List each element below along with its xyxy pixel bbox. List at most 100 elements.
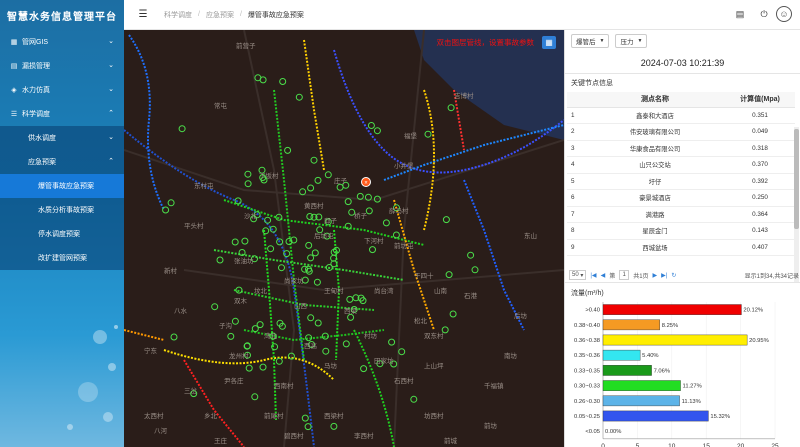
table-row[interactable]: 5 圩仔 0.392 (567, 173, 795, 190)
network-node[interactable] (367, 122, 375, 129)
network-node[interactable] (251, 393, 259, 401)
sidebar-item-emergency[interactable]: 应急预案 ⌃ (0, 150, 124, 174)
network-node[interactable] (259, 363, 267, 371)
network-node[interactable] (344, 198, 352, 206)
network-node[interactable] (216, 256, 224, 264)
table-row[interactable]: 2 伟安玻璃有限公司 0.049 (567, 123, 795, 141)
network-node[interactable] (330, 260, 338, 268)
table-row[interactable]: 8 星辰金门 0.143 (567, 222, 795, 240)
sidebar-item-simulation[interactable]: ◈ 水力仿真 ⌄ (0, 78, 124, 102)
table-row[interactable]: 3 华康食品有限公司 0.318 (567, 140, 795, 157)
page-size-select[interactable]: 50 ▾ (569, 270, 587, 280)
last-page-icon[interactable]: ▶| (661, 272, 667, 279)
column-header-name[interactable]: 测点名称 (585, 92, 725, 108)
network-node[interactable] (424, 130, 432, 138)
network-node[interactable] (365, 207, 373, 215)
network-node[interactable] (324, 171, 332, 179)
network-node[interactable] (231, 238, 239, 246)
layers-icon[interactable]: ▦ (542, 36, 556, 49)
sidebar-item-gis[interactable]: ▦ 管网GIS ⌄ (0, 30, 124, 54)
network-node[interactable] (279, 78, 287, 85)
sidebar-item-leak[interactable]: ▤ 漏损管理 ⌄ (0, 54, 124, 78)
network-node[interactable] (410, 395, 418, 403)
network-node[interactable] (307, 254, 315, 262)
menu-toggle-icon[interactable]: ☰ (132, 9, 154, 20)
table-row[interactable]: 7 满港路 0.364 (567, 206, 795, 223)
column-header-value[interactable]: 计算值(Mpa) (725, 92, 795, 108)
network-node[interactable] (304, 423, 312, 431)
pipe-segment[interactable] (128, 34, 165, 211)
network-node[interactable] (471, 266, 479, 274)
refresh-icon[interactable]: ↻ (671, 272, 676, 279)
network-node[interactable] (259, 76, 267, 84)
network-node[interactable] (170, 333, 178, 341)
power-icon[interactable]: ⏻ (758, 8, 770, 20)
pipe-segment[interactable] (303, 39, 325, 171)
network-node[interactable] (278, 264, 285, 272)
notice-icon[interactable]: ▤ (734, 8, 746, 20)
network-node[interactable] (305, 241, 313, 249)
network-node[interactable] (167, 199, 175, 207)
network-node[interactable] (346, 295, 354, 303)
pipe-network-map[interactable]: × 前营子 吉博村 常屯 福堡 小井堡 下坂村 庄子 东村屯 黄西村 邱子 桥子 薛马村 沙北 平头村 后坊… (124, 30, 564, 447)
breadcrumb-item[interactable]: 应急预案 (206, 10, 234, 20)
network-node[interactable] (342, 340, 350, 348)
network-node[interactable] (388, 338, 396, 346)
network-node[interactable] (251, 325, 259, 333)
network-node[interactable] (314, 319, 322, 327)
network-node[interactable] (447, 104, 455, 112)
pipe-segment[interactable] (423, 89, 435, 231)
network-node[interactable] (467, 251, 475, 259)
network-node[interactable] (307, 184, 315, 192)
table-row[interactable]: 4 山只公交站 0.370 (567, 156, 795, 174)
network-node[interactable] (314, 176, 322, 184)
network-node[interactable] (178, 125, 186, 133)
network-node[interactable] (310, 156, 318, 164)
table-row[interactable]: 6 豪景城酒店 0.250 (567, 189, 795, 207)
network-node[interactable] (295, 93, 303, 101)
network-node[interactable] (162, 206, 170, 214)
network-node[interactable] (398, 348, 406, 356)
network-node[interactable] (211, 303, 219, 311)
network-node[interactable] (307, 314, 315, 322)
network-node[interactable] (301, 414, 309, 422)
first-page-icon[interactable]: |◀ (590, 272, 596, 279)
network-node[interactable] (275, 357, 283, 365)
network-node[interactable] (373, 127, 381, 135)
pipe-segment[interactable] (273, 89, 305, 361)
user-icon[interactable]: ☺ (776, 6, 792, 22)
next-page-icon[interactable]: ▶ (653, 272, 658, 279)
network-node[interactable] (267, 245, 275, 253)
sidebar-item-burst-plan[interactable]: 爆管事故应急预案 (0, 174, 124, 198)
network-node[interactable] (313, 278, 321, 286)
network-node[interactable] (445, 271, 453, 279)
breadcrumb-item[interactable]: 科学调度 (164, 10, 192, 20)
network-node[interactable] (369, 246, 376, 254)
sidebar-item-supply[interactable]: 供水调度 ⌄ (0, 126, 124, 150)
network-node[interactable] (227, 332, 235, 340)
network-node[interactable] (231, 317, 239, 325)
table-row[interactable]: 9 西城盆场 0.407 (567, 239, 795, 256)
network-node[interactable] (241, 237, 249, 245)
sidebar-item-shutoff-plan[interactable]: 停水调度预案 (0, 222, 124, 246)
sidebar-item-dispatch[interactable]: ☰ 科学调度 ⌃ (0, 102, 124, 126)
table-scrollbar[interactable] (794, 127, 799, 282)
network-node[interactable] (442, 216, 450, 224)
network-node[interactable] (360, 365, 368, 373)
network-node[interactable] (244, 170, 252, 178)
network-node[interactable] (245, 364, 253, 372)
metric-select[interactable]: 压力 ▼ (615, 34, 648, 48)
network-node[interactable] (284, 146, 292, 154)
network-node[interactable] (336, 183, 344, 191)
network-node[interactable] (311, 249, 319, 257)
network-node[interactable] (322, 347, 330, 355)
pipe-segment[interactable] (463, 179, 525, 331)
sidebar-item-rebuild-plan[interactable]: 改扩建管网预案 (0, 246, 124, 270)
network-node[interactable] (382, 219, 390, 227)
network-node[interactable] (449, 310, 457, 318)
pipe-segment[interactable] (124, 329, 165, 341)
network-node[interactable] (347, 313, 355, 321)
pipe-segment[interactable] (183, 359, 245, 447)
sidebar-item-quality-plan[interactable]: 水质分析事故预案 (0, 198, 124, 222)
network-node[interactable] (244, 180, 252, 188)
